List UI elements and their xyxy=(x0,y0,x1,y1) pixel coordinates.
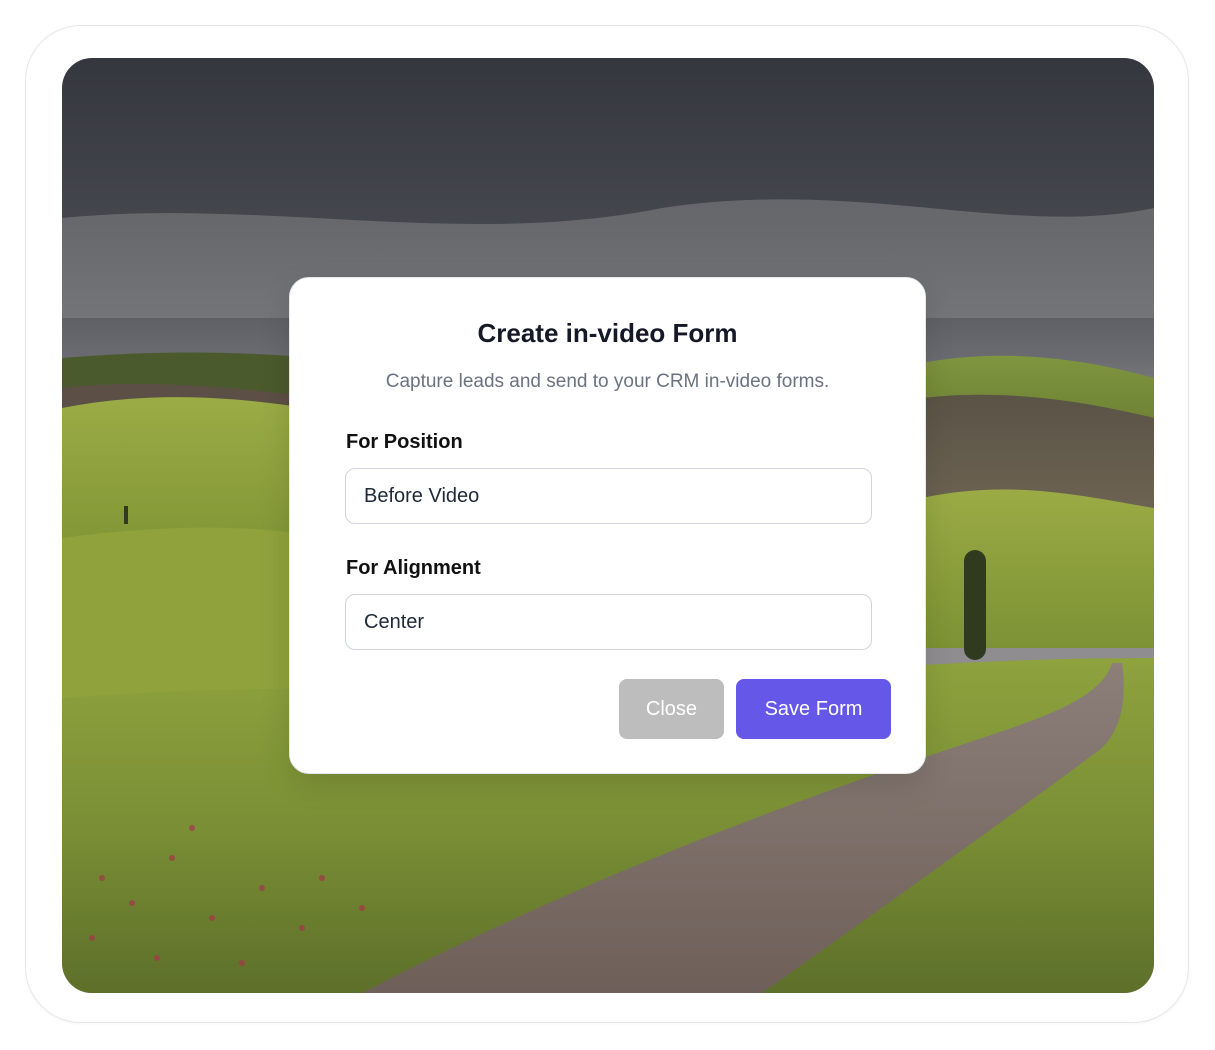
alignment-label: For Alignment xyxy=(346,557,481,579)
position-label: For Position xyxy=(346,431,463,453)
position-input[interactable] xyxy=(345,468,872,524)
alignment-input[interactable] xyxy=(345,594,872,650)
save-form-button[interactable]: Save Form xyxy=(736,679,891,739)
modal-title: Create in-video Form xyxy=(477,318,738,348)
create-form-modal: Create in-video Form Capture leads and s… xyxy=(289,277,926,774)
close-button[interactable]: Close xyxy=(619,679,724,739)
modal-subtitle: Capture leads and send to your CRM in-vi… xyxy=(385,371,830,392)
